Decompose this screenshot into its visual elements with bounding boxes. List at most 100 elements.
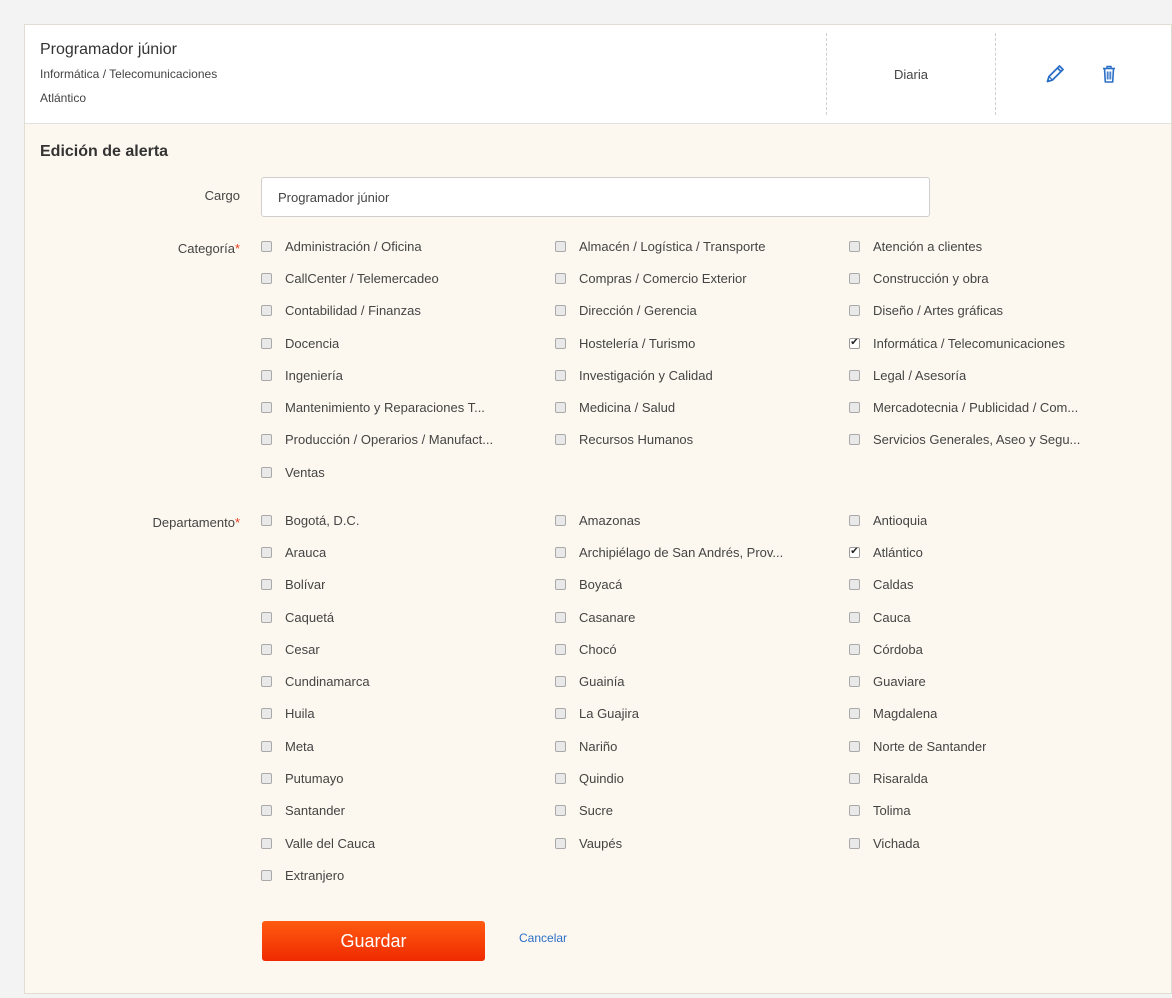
checkbox[interactable]: ✔ <box>261 514 272 526</box>
category-option[interactable]: ✔ Mantenimiento y Reparaciones T... <box>261 391 555 423</box>
checkbox[interactable]: ✔ <box>261 837 272 849</box>
department-option[interactable]: ✔ Cauca <box>849 601 1143 633</box>
category-option[interactable]: ✔ Producción / Operarios / Manufact... <box>261 424 555 456</box>
checkbox[interactable]: ✔ <box>555 514 566 526</box>
checkbox[interactable]: ✔ <box>849 740 860 752</box>
checkbox[interactable]: ✔ <box>261 579 272 591</box>
checkbox[interactable]: ✔ <box>261 546 272 558</box>
checkbox-checked[interactable]: ✔ <box>849 337 860 349</box>
department-option[interactable]: ✔ Quindio <box>555 762 849 794</box>
checkbox[interactable]: ✔ <box>555 272 566 284</box>
category-option[interactable]: ✔ Ventas <box>261 456 555 488</box>
department-option[interactable]: ✔ Cesar <box>261 633 555 665</box>
department-option[interactable]: ✔ Nariño <box>555 730 849 762</box>
department-option[interactable]: ✔ Bolívar <box>261 569 555 601</box>
checkbox[interactable]: ✔ <box>555 805 566 817</box>
checkbox[interactable]: ✔ <box>261 369 272 381</box>
department-option[interactable]: ✔ Tolima <box>849 795 1143 827</box>
department-option[interactable]: ✔ Norte de Santander <box>849 730 1143 762</box>
checkbox[interactable]: ✔ <box>849 240 860 252</box>
checkbox[interactable]: ✔ <box>261 611 272 623</box>
checkbox[interactable]: ✔ <box>261 402 272 414</box>
department-option[interactable]: ✔ Vaupés <box>555 827 849 859</box>
department-option[interactable]: ✔ Atlántico <box>849 536 1143 568</box>
checkbox[interactable]: ✔ <box>849 611 860 623</box>
checkbox[interactable]: ✔ <box>555 337 566 349</box>
category-option[interactable]: ✔ Contabilidad / Finanzas <box>261 295 555 327</box>
checkbox[interactable]: ✔ <box>555 837 566 849</box>
checkbox[interactable]: ✔ <box>849 676 860 688</box>
checkbox[interactable]: ✔ <box>555 740 566 752</box>
department-option[interactable]: ✔ Huila <box>261 698 555 730</box>
checkbox[interactable]: ✔ <box>849 369 860 381</box>
department-option[interactable]: ✔ Guaviare <box>849 665 1143 697</box>
department-option[interactable]: ✔ Sucre <box>555 795 849 827</box>
checkbox[interactable]: ✔ <box>849 272 860 284</box>
checkbox[interactable]: ✔ <box>555 708 566 720</box>
cancel-link[interactable]: Cancelar <box>519 931 567 945</box>
checkbox[interactable]: ✔ <box>555 369 566 381</box>
category-option[interactable]: ✔ Servicios Generales, Aseo y Segu... <box>849 424 1143 456</box>
checkbox[interactable]: ✔ <box>849 708 860 720</box>
department-option[interactable]: ✔ Caquetá <box>261 601 555 633</box>
checkbox[interactable]: ✔ <box>261 434 272 446</box>
department-option[interactable]: ✔ Guainía <box>555 665 849 697</box>
department-option[interactable]: ✔ Casanare <box>555 601 849 633</box>
delete-button[interactable] <box>1097 62 1121 86</box>
checkbox[interactable]: ✔ <box>555 676 566 688</box>
category-option[interactable]: ✔ Mercadotecnia / Publicidad / Com... <box>849 391 1143 423</box>
category-option[interactable]: ✔ Atención a clientes <box>849 230 1143 262</box>
checkbox[interactable]: ✔ <box>555 546 566 558</box>
department-option[interactable]: ✔ Valle del Cauca <box>261 827 555 859</box>
category-option[interactable]: ✔ Ingeniería <box>261 359 555 391</box>
category-option[interactable]: ✔ Docencia <box>261 327 555 359</box>
department-option[interactable]: ✔ Cundinamarca <box>261 665 555 697</box>
checkbox[interactable]: ✔ <box>555 305 566 317</box>
category-option[interactable]: ✔ Compras / Comercio Exterior <box>555 262 849 294</box>
checkbox[interactable]: ✔ <box>849 579 860 591</box>
checkbox[interactable]: ✔ <box>849 805 860 817</box>
department-option[interactable]: ✔ Extranjero <box>261 859 555 891</box>
checkbox[interactable]: ✔ <box>261 643 272 655</box>
checkbox[interactable]: ✔ <box>261 305 272 317</box>
department-option[interactable]: ✔ Putumayo <box>261 762 555 794</box>
category-option[interactable]: ✔ Almacén / Logística / Transporte <box>555 230 849 262</box>
edit-button[interactable] <box>1043 62 1067 86</box>
department-option[interactable]: ✔ Arauca <box>261 536 555 568</box>
category-option[interactable]: ✔ Construcción y obra <box>849 262 1143 294</box>
checkbox[interactable]: ✔ <box>261 337 272 349</box>
checkbox[interactable]: ✔ <box>555 773 566 785</box>
checkbox-checked[interactable]: ✔ <box>849 546 860 558</box>
department-option[interactable]: ✔ Risaralda <box>849 762 1143 794</box>
category-option[interactable]: ✔ Legal / Asesoría <box>849 359 1143 391</box>
department-option[interactable]: ✔ Chocó <box>555 633 849 665</box>
category-option[interactable]: ✔ Informática / Telecomunicaciones <box>849 327 1143 359</box>
save-button[interactable]: Guardar <box>262 921 485 961</box>
checkbox[interactable]: ✔ <box>261 240 272 252</box>
department-option[interactable]: ✔ Amazonas <box>555 504 849 536</box>
category-option[interactable]: ✔ Administración / Oficina <box>261 230 555 262</box>
category-option[interactable]: ✔ Hostelería / Turismo <box>555 327 849 359</box>
department-option[interactable]: ✔ Meta <box>261 730 555 762</box>
checkbox[interactable]: ✔ <box>261 272 272 284</box>
department-option[interactable]: ✔ Boyacá <box>555 569 849 601</box>
checkbox[interactable]: ✔ <box>555 434 566 446</box>
checkbox[interactable]: ✔ <box>261 708 272 720</box>
checkbox[interactable]: ✔ <box>261 869 272 881</box>
checkbox[interactable]: ✔ <box>849 305 860 317</box>
checkbox[interactable]: ✔ <box>849 434 860 446</box>
cargo-input[interactable] <box>261 177 930 217</box>
checkbox[interactable]: ✔ <box>261 466 272 478</box>
checkbox[interactable]: ✔ <box>849 773 860 785</box>
checkbox[interactable]: ✔ <box>261 676 272 688</box>
checkbox[interactable]: ✔ <box>555 402 566 414</box>
department-option[interactable]: ✔ Caldas <box>849 569 1143 601</box>
category-option[interactable]: ✔ Recursos Humanos <box>555 424 849 456</box>
checkbox[interactable]: ✔ <box>555 240 566 252</box>
category-option[interactable]: ✔ Investigación y Calidad <box>555 359 849 391</box>
category-option[interactable]: ✔ Dirección / Gerencia <box>555 295 849 327</box>
category-option[interactable]: ✔ CallCenter / Telemercadeo <box>261 262 555 294</box>
department-option[interactable]: ✔ Archipiélago de San Andrés, Prov... <box>555 536 849 568</box>
checkbox[interactable]: ✔ <box>261 773 272 785</box>
department-option[interactable]: ✔ Córdoba <box>849 633 1143 665</box>
